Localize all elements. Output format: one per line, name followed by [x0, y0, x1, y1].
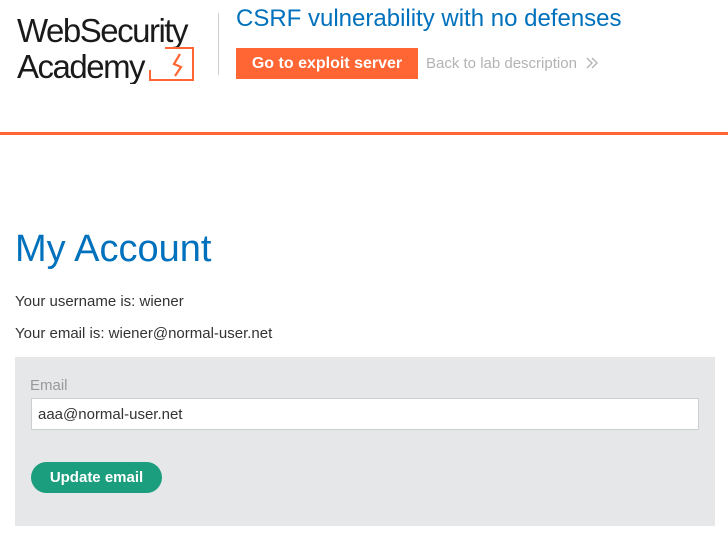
- back-link-label: Back to lab description: [426, 55, 577, 72]
- logo-text-line1: WebSecurity: [17, 12, 189, 49]
- page-title: My Account: [15, 228, 212, 270]
- email-label: Email: [30, 377, 68, 394]
- update-email-button[interactable]: Update email: [31, 462, 162, 493]
- go-to-exploit-server-button[interactable]: Go to exploit server: [236, 48, 418, 79]
- email-input[interactable]: [31, 398, 699, 430]
- change-email-form: Email Update email: [15, 357, 715, 526]
- lightning-bolt-icon: [149, 47, 194, 81]
- lab-title: CSRF vulnerability with no defenses: [236, 5, 622, 32]
- lab-header: WebSecurity Academy CSRF vulnerability w…: [0, 0, 728, 135]
- username-text: Your username is: wiener: [15, 293, 184, 310]
- web-security-academy-logo[interactable]: WebSecurity Academy: [15, 12, 217, 84]
- logo-text-line2: Academy: [17, 48, 146, 84]
- email-text: Your email is: wiener@normal-user.net: [15, 325, 273, 342]
- logo-divider: [218, 13, 219, 75]
- double-chevron-right-icon: [586, 57, 598, 69]
- back-to-lab-description-link[interactable]: Back to lab description: [426, 48, 599, 79]
